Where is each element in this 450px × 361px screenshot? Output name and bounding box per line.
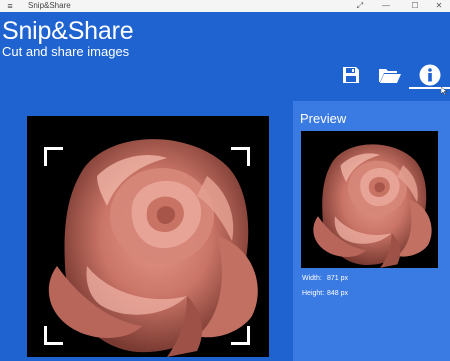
preview-title: Preview — [300, 111, 347, 126]
mouse-cursor-icon — [441, 87, 447, 95]
app-subtitle: Cut and share images — [2, 44, 130, 59]
close-button[interactable]: ✕ — [428, 0, 450, 12]
hamburger-menu-icon[interactable]: ≡ — [5, 1, 15, 11]
window-title: Snip&Share — [28, 1, 71, 10]
width-info: Width: 871 px — [302, 275, 348, 282]
crop-handle-bottom-left[interactable] — [44, 326, 63, 345]
crop-handle-bottom-right[interactable] — [231, 326, 250, 345]
info-icon — [419, 64, 441, 86]
crop-handle-top-right[interactable] — [231, 147, 250, 166]
open-folder-button[interactable] — [373, 62, 407, 88]
app-title: Snip&Share — [2, 17, 134, 45]
rose-preview-image — [313, 144, 432, 268]
preview-image — [301, 131, 438, 268]
save-button[interactable] — [334, 62, 368, 88]
info-button[interactable] — [409, 62, 450, 89]
main-image-canvas[interactable] — [27, 116, 269, 357]
height-label: Height: — [302, 290, 325, 297]
title-bar: ≡ Snip&Share ⤢ — ☐ ✕ — [0, 0, 450, 12]
width-value: 871 px — [327, 275, 349, 282]
maximize-button[interactable]: ☐ — [404, 0, 426, 12]
width-label: Width: — [302, 275, 322, 282]
crop-handle-top-left[interactable] — [44, 147, 63, 166]
height-value: 848 px — [327, 290, 349, 297]
minimize-button[interactable]: — — [375, 0, 397, 12]
folder-open-icon — [379, 69, 401, 83]
floppy-disk-icon — [343, 67, 359, 83]
expand-icon[interactable]: ⤢ — [349, 0, 371, 12]
height-info: Height: 848 px — [302, 290, 348, 297]
preview-panel: Preview Width: 871 px Height: 848 px — [293, 101, 450, 361]
